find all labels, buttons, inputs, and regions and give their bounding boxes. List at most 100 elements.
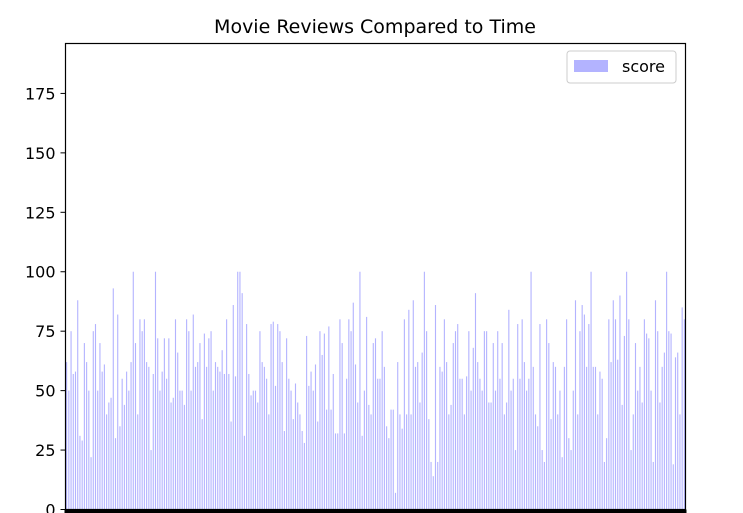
bars-layer xyxy=(64,271,687,513)
bar xyxy=(601,378,603,510)
bar xyxy=(357,402,359,510)
bar xyxy=(263,366,265,510)
y-axis: 0 25 50 75 100 125 150 175 xyxy=(25,84,66,513)
bar xyxy=(510,390,512,510)
y-tick-label: 75 xyxy=(35,322,55,341)
bar xyxy=(261,362,263,510)
bar xyxy=(621,404,623,510)
bar xyxy=(183,404,185,510)
bar xyxy=(303,442,305,510)
bar xyxy=(639,366,641,510)
bar xyxy=(372,343,374,510)
bar xyxy=(306,335,308,510)
bar xyxy=(148,366,150,510)
bar xyxy=(537,426,539,510)
bar xyxy=(283,431,285,510)
bar xyxy=(374,338,377,510)
bar xyxy=(661,366,663,510)
bar xyxy=(388,438,390,510)
bar xyxy=(154,271,157,510)
bar xyxy=(528,378,530,510)
bar xyxy=(370,414,372,510)
bar xyxy=(252,390,254,510)
bar xyxy=(99,343,101,510)
bar xyxy=(494,390,497,510)
bar xyxy=(114,438,117,510)
bar xyxy=(363,390,365,510)
bar xyxy=(212,390,214,510)
bar xyxy=(657,331,659,510)
bar xyxy=(608,319,610,510)
bar xyxy=(448,414,450,510)
bar xyxy=(377,378,379,510)
y-tick-label: 175 xyxy=(25,84,56,103)
bar xyxy=(328,326,330,510)
bar xyxy=(77,300,79,510)
bar xyxy=(214,362,217,510)
bar xyxy=(177,352,179,510)
bar xyxy=(181,390,183,510)
bar xyxy=(350,331,352,510)
bar xyxy=(150,450,152,510)
bar xyxy=(597,414,599,510)
bar xyxy=(152,373,154,510)
bar xyxy=(281,362,283,510)
bar xyxy=(130,362,132,510)
bar xyxy=(610,362,612,510)
bar xyxy=(70,331,72,510)
legend-swatch xyxy=(574,60,608,72)
bar xyxy=(88,390,90,510)
bar xyxy=(86,362,88,510)
bar xyxy=(543,461,545,510)
bar xyxy=(121,378,123,510)
bar xyxy=(603,461,605,510)
bar xyxy=(257,402,259,510)
bar xyxy=(394,492,397,510)
bar xyxy=(677,352,679,510)
bar xyxy=(108,402,110,510)
bar xyxy=(314,364,317,510)
bar xyxy=(561,457,563,510)
bar xyxy=(168,338,170,510)
bar xyxy=(161,371,163,510)
bar xyxy=(106,414,108,510)
bar xyxy=(492,343,494,510)
bar xyxy=(472,347,474,510)
bar xyxy=(650,390,652,510)
legend-label-score: score xyxy=(622,57,665,76)
bar xyxy=(583,314,585,510)
bar xyxy=(594,366,597,510)
bar xyxy=(479,378,481,510)
bar xyxy=(334,433,337,510)
bar xyxy=(290,390,292,510)
bar xyxy=(572,390,574,510)
bar xyxy=(346,378,348,510)
bar xyxy=(626,271,628,510)
bar xyxy=(674,357,677,510)
bar xyxy=(426,331,428,510)
bar xyxy=(119,426,121,510)
bar xyxy=(274,385,277,510)
bar xyxy=(563,366,565,510)
y-tick-label: 50 xyxy=(35,382,55,401)
bar xyxy=(352,302,354,510)
bar xyxy=(512,378,514,510)
bar xyxy=(586,366,588,510)
bar xyxy=(297,402,299,510)
bar xyxy=(223,373,225,510)
bar xyxy=(259,331,261,510)
bar xyxy=(559,390,561,510)
bar xyxy=(123,404,125,510)
bar xyxy=(414,366,417,510)
bar xyxy=(201,419,203,510)
bar xyxy=(194,366,197,510)
bar xyxy=(554,366,557,510)
bar xyxy=(83,343,85,510)
bar xyxy=(461,378,463,510)
bar xyxy=(172,397,174,510)
bar xyxy=(546,319,548,510)
bar xyxy=(97,390,99,510)
bar xyxy=(337,433,339,510)
bar xyxy=(486,331,488,510)
bar xyxy=(192,314,194,510)
